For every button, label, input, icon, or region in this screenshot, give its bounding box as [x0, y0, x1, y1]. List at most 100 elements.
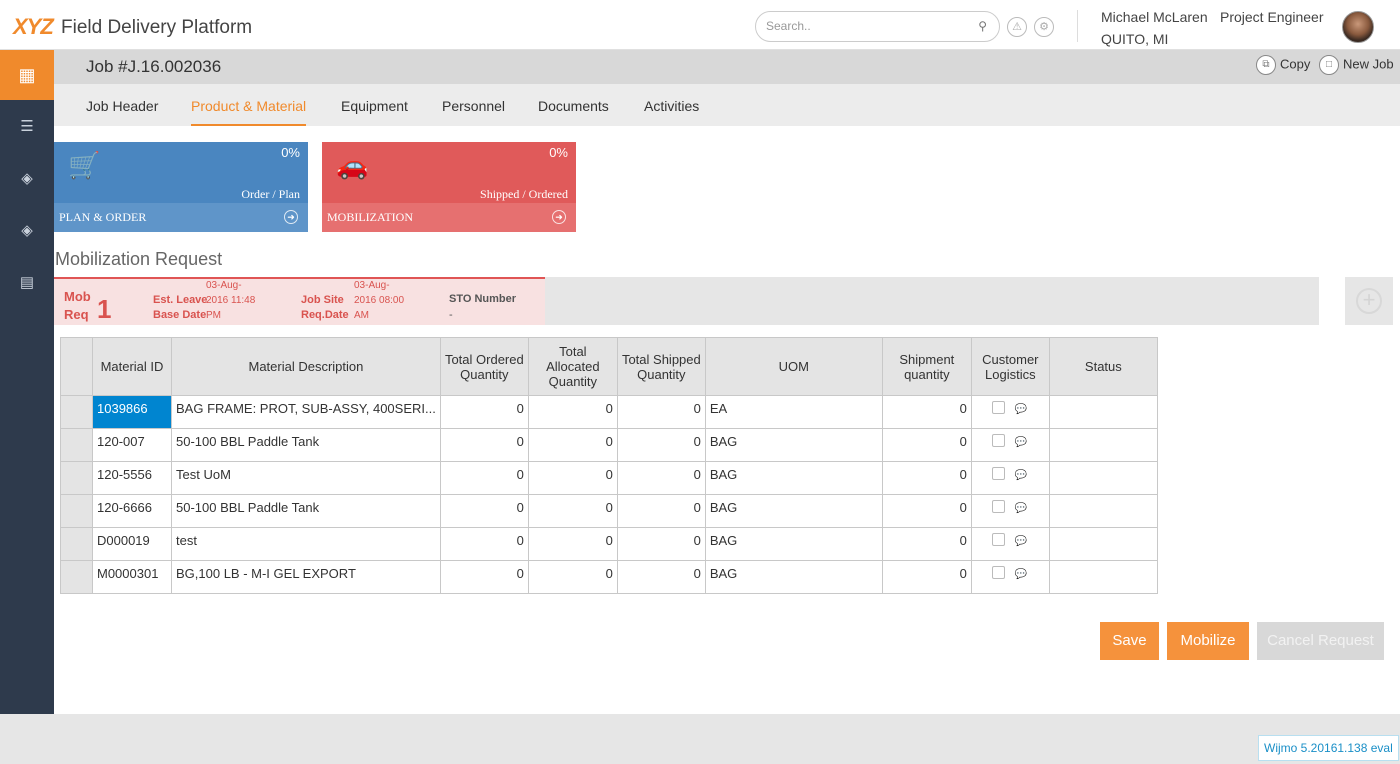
- tab-personnel[interactable]: Personnel: [442, 98, 505, 114]
- allocated-cell[interactable]: 0: [527, 494, 618, 528]
- shipment-qty-cell[interactable]: 0: [881, 395, 972, 429]
- description-cell[interactable]: 50-100 BBL Paddle Tank: [171, 428, 441, 462]
- column-header[interactable]: UOM: [704, 337, 883, 396]
- status-cell[interactable]: [1048, 461, 1158, 495]
- material-id-cell[interactable]: M0000301: [92, 560, 172, 594]
- row-header[interactable]: [60, 395, 93, 429]
- alert-icon[interactable]: ⚠: [1007, 17, 1027, 37]
- ordered-cell[interactable]: 0: [439, 395, 529, 429]
- column-header[interactable]: Customer Logistics: [970, 337, 1050, 396]
- tab-documents[interactable]: Documents: [538, 98, 609, 114]
- table-row[interactable]: 120-6666 50-100 BBL Paddle Tank 0 0 0 BA…: [60, 494, 1158, 528]
- uom-cell[interactable]: BAG: [704, 494, 883, 528]
- uom-cell[interactable]: BAG: [704, 461, 883, 495]
- row-header[interactable]: [60, 494, 93, 528]
- mobilize-button[interactable]: Mobilize: [1167, 622, 1249, 660]
- copy-button[interactable]: ⧉ Copy: [1256, 55, 1310, 75]
- shipped-cell[interactable]: 0: [616, 461, 706, 495]
- tab-job-header[interactable]: Job Header: [86, 98, 158, 114]
- column-header[interactable]: Material Description: [171, 337, 441, 396]
- material-id-cell[interactable]: 120-007: [92, 428, 172, 462]
- comment-icon[interactable]: 💬: [1015, 536, 1027, 547]
- row-header[interactable]: [60, 527, 93, 561]
- ordered-cell[interactable]: 0: [439, 461, 529, 495]
- status-cell[interactable]: [1048, 527, 1158, 561]
- ordered-cell[interactable]: 0: [439, 494, 529, 528]
- logistics-checkbox[interactable]: [991, 500, 1005, 513]
- search-input[interactable]: Search.. ⚲: [755, 11, 1000, 42]
- stack-icon[interactable]: ◈: [0, 164, 54, 194]
- uom-cell[interactable]: BAG: [704, 527, 883, 561]
- shipped-cell[interactable]: 0: [616, 560, 706, 594]
- row-header[interactable]: [60, 461, 93, 495]
- shipped-cell[interactable]: 0: [616, 428, 706, 462]
- row-header[interactable]: [60, 428, 93, 462]
- gear-icon[interactable]: ⚙: [1034, 17, 1054, 37]
- comment-icon[interactable]: 💬: [1015, 437, 1027, 448]
- shipped-cell[interactable]: 0: [616, 494, 706, 528]
- arrow-right-icon[interactable]: ➜: [284, 210, 298, 224]
- description-cell[interactable]: Test UoM: [171, 461, 441, 495]
- shipped-cell[interactable]: 0: [616, 527, 706, 561]
- allocated-cell[interactable]: 0: [527, 461, 618, 495]
- comment-icon[interactable]: 💬: [1015, 404, 1027, 415]
- column-header[interactable]: Total Ordered Quantity: [439, 337, 529, 396]
- status-cell[interactable]: [1048, 395, 1158, 429]
- wijmo-badge[interactable]: Wijmo 5.20161.138 eval: [1258, 735, 1399, 761]
- shipped-cell[interactable]: 0: [616, 395, 706, 429]
- material-id-cell[interactable]: 1039866: [92, 395, 172, 429]
- column-header[interactable]: Shipment quantity: [881, 337, 972, 396]
- description-cell[interactable]: 50-100 BBL Paddle Tank: [171, 494, 441, 528]
- allocated-cell[interactable]: 0: [527, 527, 618, 561]
- ordered-cell[interactable]: 0: [439, 527, 529, 561]
- logistics-checkbox[interactable]: [991, 566, 1005, 579]
- logistics-checkbox[interactable]: [991, 533, 1005, 546]
- avatar[interactable]: [1342, 11, 1374, 43]
- tab-activities[interactable]: Activities: [644, 98, 699, 114]
- card-footer[interactable]: MOBILIZATION ➜: [322, 203, 576, 232]
- shipment-qty-cell[interactable]: 0: [881, 428, 972, 462]
- column-header[interactable]: Total Allocated Quantity: [527, 337, 618, 396]
- shipment-qty-cell[interactable]: 0: [881, 560, 972, 594]
- row-header[interactable]: [60, 560, 93, 594]
- new-job-button[interactable]: □ New Job: [1319, 55, 1394, 75]
- mob-request-header[interactable]: Mob Req 1 Est. Leave Base Date 03-Aug- 2…: [54, 277, 545, 325]
- status-cell[interactable]: [1048, 560, 1158, 594]
- material-id-cell[interactable]: D000019: [92, 527, 172, 561]
- ordered-cell[interactable]: 0: [439, 560, 529, 594]
- allocated-cell[interactable]: 0: [527, 560, 618, 594]
- status-cell[interactable]: [1048, 494, 1158, 528]
- ordered-cell[interactable]: 0: [439, 428, 529, 462]
- comment-icon[interactable]: 💬: [1015, 503, 1027, 514]
- logistics-checkbox[interactable]: [991, 467, 1005, 480]
- table-row[interactable]: 120-007 50-100 BBL Paddle Tank 0 0 0 BAG…: [60, 428, 1158, 462]
- logistics-checkbox[interactable]: [991, 434, 1005, 447]
- description-cell[interactable]: test: [171, 527, 441, 561]
- search-icon[interactable]: ⚲: [978, 12, 987, 41]
- column-header[interactable]: Total Shipped Quantity: [616, 337, 706, 396]
- table-row[interactable]: 1039866 BAG FRAME: PROT, SUB-ASSY, 400SE…: [60, 395, 1158, 429]
- add-request-button[interactable]: +: [1345, 277, 1393, 325]
- description-cell[interactable]: BAG FRAME: PROT, SUB-ASSY, 400SERI...: [171, 395, 441, 429]
- app-logo[interactable]: XYZ: [13, 14, 54, 40]
- clipboard-icon[interactable]: ▤: [0, 268, 54, 298]
- tab-product-material[interactable]: Product & Material: [191, 98, 307, 126]
- grid-icon[interactable]: ▦: [0, 50, 54, 100]
- material-id-cell[interactable]: 120-5556: [92, 461, 172, 495]
- shipment-qty-cell[interactable]: 0: [881, 527, 972, 561]
- shipment-qty-cell[interactable]: 0: [881, 461, 972, 495]
- allocated-cell[interactable]: 0: [527, 395, 618, 429]
- table-row[interactable]: D000019 test 0 0 0 BAG 0 💬: [60, 527, 1158, 561]
- uom-cell[interactable]: BAG: [704, 560, 883, 594]
- save-button[interactable]: Save: [1100, 622, 1159, 660]
- bar-chart-icon[interactable]: ☰: [0, 112, 54, 142]
- plan-order-card[interactable]: 🛒 0% Order / Plan PLAN & ORDER ➜: [54, 142, 308, 232]
- comment-icon[interactable]: 💬: [1015, 569, 1027, 580]
- column-header[interactable]: Material ID: [92, 337, 172, 396]
- cancel-request-button[interactable]: Cancel Request: [1257, 622, 1384, 660]
- material-id-cell[interactable]: 120-6666: [92, 494, 172, 528]
- user-name[interactable]: Michael McLaren: [1101, 9, 1208, 25]
- uom-cell[interactable]: EA: [704, 395, 883, 429]
- table-row[interactable]: M0000301 BG,100 LB - M-I GEL EXPORT 0 0 …: [60, 560, 1158, 594]
- logistics-checkbox[interactable]: [991, 401, 1005, 414]
